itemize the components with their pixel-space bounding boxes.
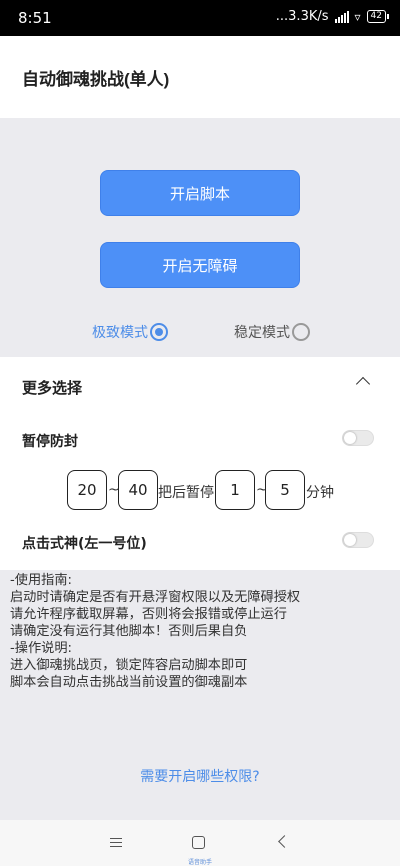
guide-line: 进入御魂挑战页，锁定阵容启动脚本即可 — [10, 658, 248, 673]
permissions-link[interactable]: 需要开启哪些权限? — [0, 766, 400, 786]
battles-min-input[interactable]: 20 — [67, 470, 107, 510]
enable-accessibility-button[interactable]: 开启无障碍 — [100, 242, 300, 288]
status-indicators: ...3.3K/s ▿ 42 — [275, 9, 390, 24]
radio-unchecked-icon[interactable] — [292, 323, 310, 341]
pause-max-input[interactable]: 5 — [265, 470, 305, 510]
voice-assistant-caption: 语音助手 — [187, 859, 212, 866]
network-speed: ...3.3K/s — [275, 9, 329, 24]
mode-option-extreme[interactable]: 极致模式 — [92, 322, 168, 342]
guide-line: -使用指南: — [10, 573, 72, 588]
more-options-title: 更多选择 — [22, 379, 83, 397]
signal-icon — [334, 10, 349, 23]
click-shikigami-label: 点击式神(左一号位) — [22, 536, 147, 552]
status-time: 8:51 — [18, 9, 52, 27]
mode-label-stable: 稳定模式 — [234, 325, 290, 341]
start-script-button[interactable]: 开启脚本 — [100, 170, 300, 216]
mode-label-extreme: 极致模式 — [92, 325, 148, 341]
guide-line: 启动时请确定是否有开悬浮窗权限以及无障碍授权 — [10, 590, 301, 605]
pause-min-input[interactable]: 1 — [215, 470, 255, 510]
mode-option-stable[interactable]: 稳定模式 — [234, 322, 310, 342]
minutes-unit: 分钟 — [306, 485, 334, 501]
home-icon[interactable] — [192, 836, 205, 849]
anti-ban-label: 暂停防封 — [22, 434, 78, 450]
app-header: 自动御魂挑战(单人) — [0, 36, 400, 118]
more-options-panel: 更多选择 暂停防封 20 ~ 40 把后暂停 1 ~ 5 分钟 点击式神(左一号… — [0, 357, 400, 570]
pause-after-text: 把后暂停 — [158, 485, 214, 501]
system-nav-bar: 语音助手 — [0, 820, 400, 866]
page-title: 自动御魂挑战(单人) — [22, 70, 170, 89]
radio-checked-icon[interactable] — [150, 323, 168, 341]
battles-max-input[interactable]: 40 — [118, 470, 158, 510]
back-icon[interactable] — [278, 835, 291, 848]
click-shikigami-toggle[interactable] — [342, 532, 374, 548]
guide-line: 请确定没有运行其他脚本！否则后果自负 — [10, 624, 248, 639]
chevron-up-icon[interactable] — [355, 376, 371, 392]
usage-guide: -使用指南: 启动时请确定是否有开悬浮窗权限以及无障碍授权 请允许程序截取屏幕，… — [10, 572, 390, 691]
anti-ban-toggle[interactable] — [342, 430, 374, 446]
guide-line: -操作说明: — [10, 641, 72, 656]
wifi-icon: ▿ — [354, 9, 361, 24]
menu-icon[interactable] — [110, 838, 122, 847]
battery-icon: 42 — [366, 10, 390, 23]
status-bar: 8:51 ...3.3K/s ▿ 42 — [0, 0, 400, 36]
guide-line: 脚本会自动点击挑战当前设置的御魂副本 — [10, 675, 248, 690]
guide-line: 请允许程序截取屏幕，否则将会报错或停止运行 — [10, 607, 287, 622]
